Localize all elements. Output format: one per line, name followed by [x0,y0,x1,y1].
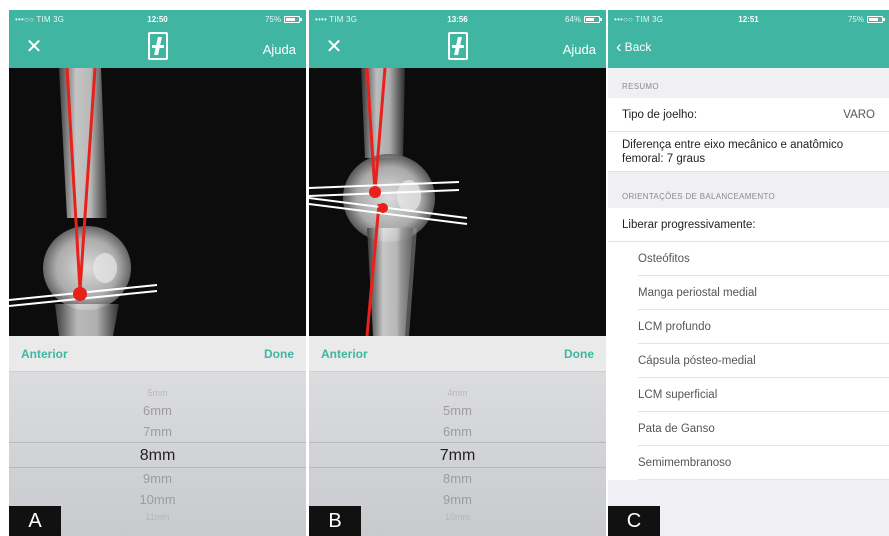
clock: 13:56 [447,14,468,24]
app-logo-icon [147,32,168,60]
femur-shaft [59,68,107,218]
panel-letter-a: A [9,506,61,536]
battery-fill [869,17,878,21]
xray-drawing [309,68,606,336]
xray-image[interactable] [9,68,306,336]
release-step[interactable]: Pata de Ganso [638,412,889,446]
summary-list: RESUMO Tipo de joelho: VARO Diferença en… [608,68,889,536]
app-header: •••○○ TIM 3G 12:50 75% ✕ Ajuda [9,10,306,68]
femoral-center-marker[interactable] [369,186,381,198]
clock: 12:50 [147,14,168,24]
close-icon[interactable]: ✕ [21,34,47,60]
picker-wheel[interactable]: 4mm 5mm 6mm 7mm 8mm 9mm 10mm [309,386,606,524]
battery-icon [584,15,602,23]
picker-option[interactable]: 6mm [9,400,306,421]
previous-button[interactable]: Anterior [21,347,68,361]
picker-option[interactable]: 8mm [309,468,606,489]
status-bar: •••○○ TIM 3G 12:51 75% [608,10,889,28]
app-header: •••○○ TIM 3G 12:51 75% ‹ Back [608,10,889,68]
knee-type-value: VARO [843,108,875,121]
release-step[interactable]: Cápsula pósteo-medial [638,344,889,378]
panel-letter-c: C [608,506,660,536]
done-button[interactable]: Done [564,347,594,361]
release-step[interactable]: Osteófitos [638,242,889,276]
axis-difference-text: Diferença entre eixo mecânico e anatômic… [622,138,844,165]
picker-toolbar: Anterior Done [9,336,306,372]
battery-icon [867,15,885,23]
app-header: •••• TIM 3G 13:56 64% ✕ Ajuda [309,10,606,68]
picker-option-selected[interactable]: 7mm [309,442,606,468]
section-header-summary: RESUMO [622,82,659,91]
release-step[interactable]: Semimembranoso [638,446,889,480]
back-label: Back [624,40,652,54]
knee-type-label: Tipo de joelho: [622,108,698,121]
app-logo-icon [447,32,468,60]
release-step[interactable]: Manga periostal medial [638,276,889,310]
battery-icon [284,15,302,23]
battery-percent: 64% [564,14,581,24]
knee-type-row: Tipo de joelho: VARO [608,98,889,132]
clock: 12:51 [738,14,759,24]
picker-wheel[interactable]: 5mm 6mm 7mm 8mm 9mm 10mm 11mm [9,386,306,524]
status-bar: •••○○ TIM 3G 12:50 75% [9,10,306,28]
battery-percent: 75% [847,14,864,24]
picker-option-selected[interactable]: 8mm [9,442,306,468]
picker-option[interactable]: 4mm [309,386,606,400]
release-step[interactable]: LCM superficial [638,378,889,412]
screen-c: •••○○ TIM 3G 12:51 75% ‹ Back RESUMO Tip… [608,10,889,536]
picker-option[interactable]: 9mm [9,468,306,489]
tibial-center-marker[interactable] [378,203,388,213]
axis-difference-row: Diferença entre eixo mecânico e anatômic… [608,132,889,172]
section-header-balancing: ORIENTAÇÕES DE BALANCEAMENTO [622,192,776,201]
screen-a: •••○○ TIM 3G 12:50 75% ✕ Ajuda Anterior … [9,10,306,536]
help-link[interactable]: Ajuda [263,42,296,57]
release-step[interactable]: LCM profundo [638,310,889,344]
battery-percent: 75% [264,14,281,24]
release-header-row: Liberar progressivamente: [608,208,889,242]
xray-drawing [9,68,306,336]
tibia-plateau [55,304,119,336]
close-icon[interactable]: ✕ [321,34,347,60]
patella [93,253,117,283]
screen-b: •••• TIM 3G 13:56 64% ✕ Ajuda Anterior D… [309,10,606,536]
chevron-left-icon: ‹ [616,37,622,56]
xray-image[interactable] [309,68,606,336]
status-bar: •••• TIM 3G 13:56 64% [309,10,606,28]
release-steps-list: Osteófitos Manga periostal medial LCM pr… [608,242,889,480]
picker-option[interactable]: 6mm [309,421,606,442]
panel-letter-b: B [309,506,361,536]
picker-option[interactable]: 5mm [309,400,606,421]
previous-button[interactable]: Anterior [321,347,368,361]
help-link[interactable]: Ajuda [563,42,596,57]
back-button[interactable]: ‹ Back [616,37,652,56]
picker-toolbar: Anterior Done [309,336,606,372]
release-label: Liberar progressivamente: [622,218,756,231]
battery-fill [586,17,594,21]
battery-fill [286,17,295,21]
picker-option[interactable]: 7mm [9,421,306,442]
done-button[interactable]: Done [264,347,294,361]
knee-center-marker[interactable] [73,287,87,301]
picker-option[interactable]: 5mm [9,386,306,400]
